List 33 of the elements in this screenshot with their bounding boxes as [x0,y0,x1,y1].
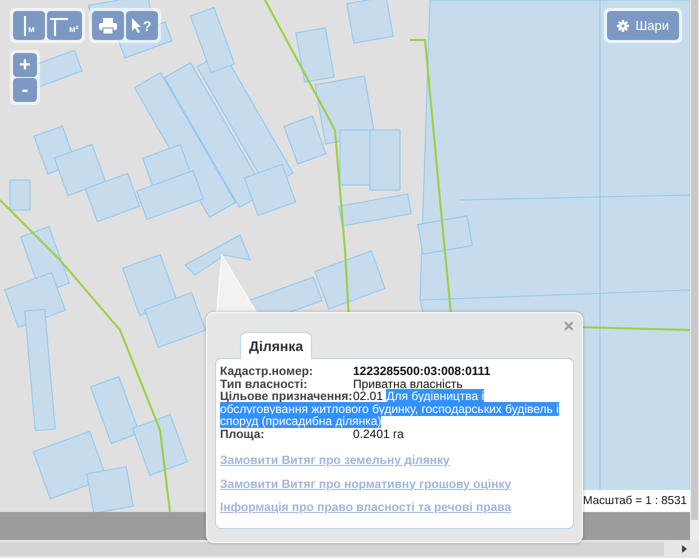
measure-length-button[interactable]: м [13,11,45,40]
land-parcel [10,180,30,210]
pointer-icon [132,18,142,33]
layers-button[interactable]: Шари [607,11,679,40]
field-value: 02.01 [353,389,384,403]
printer-icon [98,18,117,34]
link[interactable]: Інформація про право власності та речові права [220,501,512,514]
scale-label: Масштаб = 1 : 8531 [581,490,690,512]
print-button[interactable] [92,11,124,40]
field-label: Кадастр.номер: [220,365,314,378]
selected-text: споруд (присадибна ділянка) [220,414,382,428]
identify-button[interactable]: ? [126,11,158,40]
selected-text: Для будівництва і [386,389,484,403]
field-label: Тип власності: [220,378,308,390]
field-label: Площа: [220,428,264,440]
gear-icon [617,20,630,32]
field-label: Цільове призначення: [220,390,353,402]
zoom-in-button[interactable]: + [13,53,37,77]
measure-area-button[interactable]: м² [47,11,82,40]
horizontal-scrollbar[interactable] [0,540,699,558]
field-value: Приватна власність [353,376,463,390]
field-value: 1223285500:03:008:0111 [353,364,490,378]
vertical-scrollbar[interactable] [690,0,699,540]
link[interactable]: Замовити Витяг про нормативну грошову оцінку [220,478,512,490]
tab[interactable]: Ділянка [240,332,312,359]
field-value: 0.2401 га [353,426,404,440]
land-parcel [184,234,251,276]
zoom-out-button[interactable]: - [13,78,37,102]
close-button[interactable]: × [563,317,574,335]
right-arrow-icon[interactable] [682,545,687,553]
selected-text: обслуговування житлового будинку, господарських будівель і [220,402,559,416]
t-ruler-icon [50,16,68,36]
link[interactable]: Замовити Витяг про земельну ділянку [220,454,450,466]
